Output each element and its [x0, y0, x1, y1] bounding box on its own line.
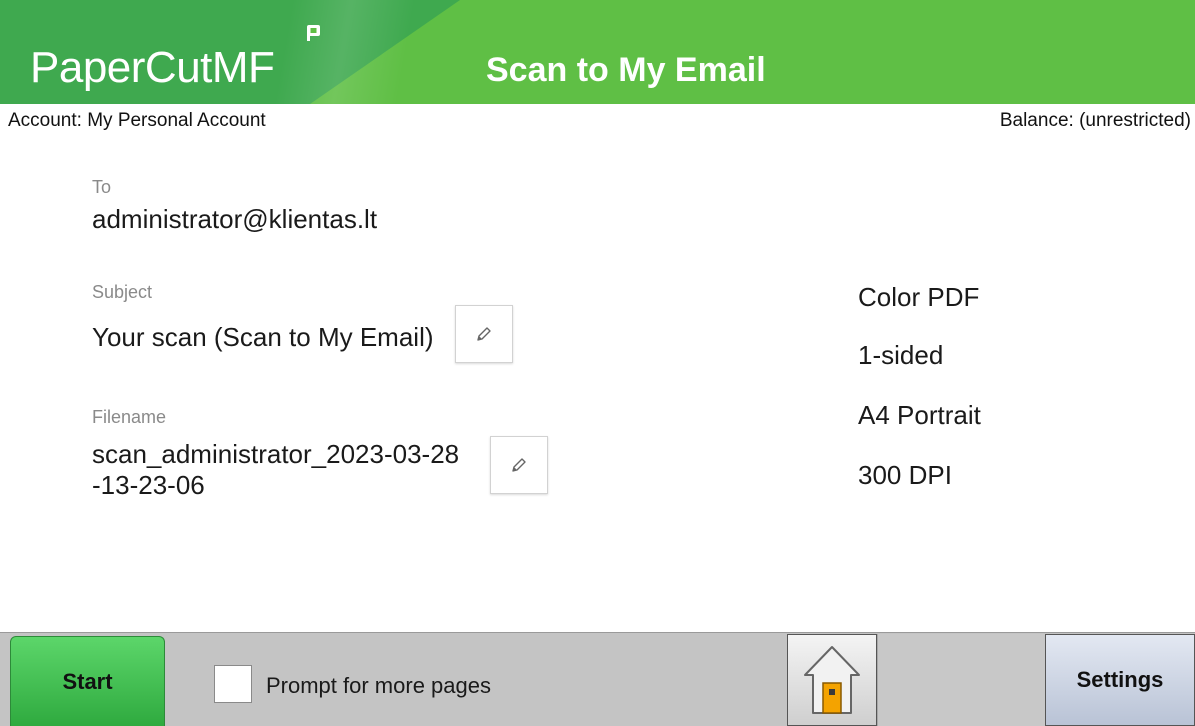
option-sides: 1-sided [858, 340, 944, 370]
pencil-icon [512, 458, 526, 472]
filename-value-line1: scan_administrator_2023-03-28 [92, 439, 460, 469]
edit-subject-button[interactable] [455, 305, 513, 363]
settings-button[interactable]: Settings [1045, 634, 1195, 726]
filename-label: Filename [92, 407, 167, 427]
prompt-more-pages-label[interactable]: Prompt for more pages [266, 673, 491, 699]
option-paper: A4 Portrait [858, 400, 981, 430]
logo-suffix-text: MF [211, 43, 275, 92]
papercut-logo: PaperCutMF [30, 42, 275, 94]
papercut-flag-icon [307, 25, 320, 41]
option-resolution: 300 DPI [858, 460, 952, 490]
pencil-icon [477, 327, 491, 341]
empty-toolbar-slot [877, 634, 1045, 726]
start-button[interactable]: Start [10, 636, 165, 726]
to-value: administrator@klientas.lt [92, 204, 378, 234]
edit-filename-button[interactable] [490, 436, 548, 494]
home-icon [804, 646, 860, 714]
to-label: To [92, 177, 112, 197]
logo-main-text: PaperCut [30, 43, 212, 92]
home-button[interactable] [787, 634, 877, 726]
account-label: Account: My Personal Account [8, 110, 266, 131]
header-bar: PaperCutMF Scan to My Email [0, 0, 1195, 104]
subject-value: Your scan (Scan to My Email) [92, 322, 434, 352]
scan-to-email-screen: PaperCutMF Scan to My Email Account: My … [0, 0, 1195, 726]
page-title: Scan to My Email [486, 51, 766, 89]
option-format: Color PDF [858, 282, 980, 312]
subject-label: Subject [92, 282, 153, 302]
balance-label: Balance: (unrestricted) [999, 110, 1191, 131]
filename-value-line2: -13-23-06 [92, 470, 205, 500]
prompt-more-pages-checkbox[interactable] [214, 665, 252, 703]
